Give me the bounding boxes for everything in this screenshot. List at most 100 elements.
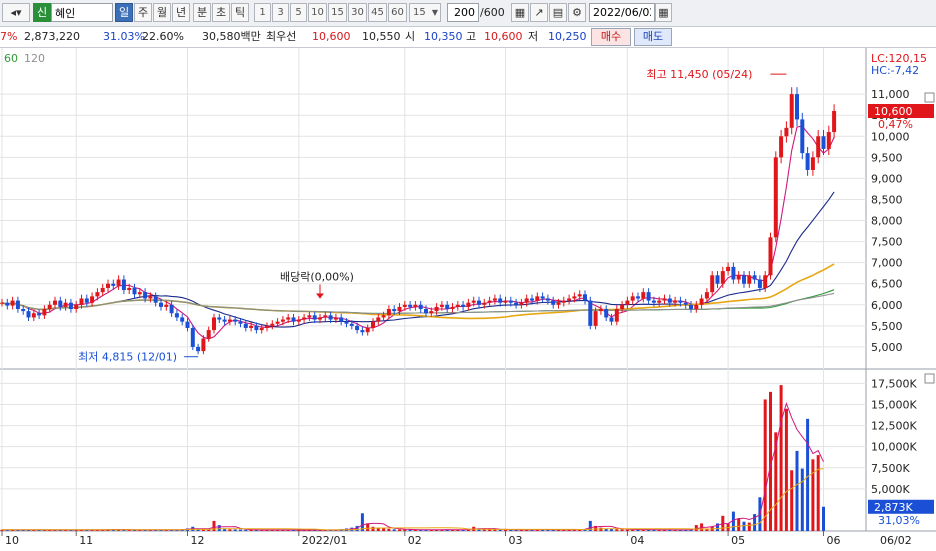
save-icon[interactable]: ▤ [549,3,567,22]
candle-body [445,304,450,310]
crosshair-icon[interactable]: ▦ [511,3,529,22]
period-year-tab[interactable]: 년 [172,3,190,22]
minute-10-button[interactable]: 10 [308,3,327,22]
volume-bar [244,529,248,531]
candle-body [15,300,20,310]
candle-body [63,302,68,307]
legend-ma120-label: 120 [24,52,45,65]
price-tick-label: 7,000 [871,257,903,270]
candle-body [79,298,84,305]
candle-body [371,321,375,328]
time-tick-label: 03 [509,534,523,547]
count-input[interactable] [447,3,479,22]
buy-button[interactable]: 매수 [591,28,631,46]
candle-body [68,302,73,310]
high-label: 고 [466,30,477,43]
candle-body [291,317,296,322]
candle-body [339,317,344,322]
candle-body [286,317,291,320]
candle-body [392,309,397,312]
volume-bar [398,529,401,531]
candle-body [31,313,36,318]
trend-line-icon[interactable]: ↗ [530,3,548,22]
candle-body [26,311,31,318]
minute-45-button[interactable]: 45 [368,3,387,22]
volume-tick-label: 7,500K [871,462,910,475]
period-month-tab[interactable]: 월 [153,3,171,22]
info-bar: 7% 2,873,220 31.03% 22.60% 30,580백만 최우선 … [0,27,936,48]
candle-body [657,300,662,303]
candle-body [646,292,651,301]
toolbar: ◂▾ 신 일 주 월 년 분 초 틱 1 3 5 10 15 30 45 60 … [0,0,936,27]
candle-body [280,319,285,322]
legend-ma60-label: 60 [4,52,18,65]
volume-bar [795,450,799,531]
stock-name-input[interactable] [51,3,113,22]
candle-body [196,346,201,352]
dividend-annotation: 배당락(0,00%) [280,270,354,283]
candle-body [572,296,577,299]
volume-bar [366,523,370,531]
candle-body [768,237,773,276]
candle-body [779,136,784,158]
minute-1-button[interactable]: 1 [254,3,271,22]
candle-body [106,283,110,288]
time-tick-label: 06 [827,534,841,547]
period-minute-tab[interactable]: 분 [193,3,211,22]
volume-bar [747,522,751,531]
candle-body [429,311,434,314]
candle-body [795,94,799,120]
date-input[interactable] [589,3,655,22]
current-date-label: 06/02 [880,534,912,547]
volume-bar [403,529,407,531]
volume-bar [217,525,221,531]
minute-30-button[interactable]: 30 [348,3,367,22]
candle-body [530,298,534,301]
candle-body [169,304,174,314]
minute-3-button[interactable]: 3 [272,3,289,22]
volume-tick-label: 5,000K [871,483,910,496]
period-week-tab[interactable]: 주 [134,3,152,22]
candle-body [514,302,519,305]
sell-button[interactable]: 매도 [634,28,672,46]
candle-body [95,292,100,297]
minute-select[interactable]: 15 ▼ [409,3,441,22]
candle-body [148,296,153,299]
candle-body [58,300,63,307]
candle-body [477,300,481,305]
chart-settings-icon[interactable]: ◂▾ [2,3,30,22]
minute-5-button[interactable]: 5 [290,3,307,22]
settings-icon[interactable]: ⚙ [568,3,586,22]
stock-chart[interactable]: 11,00010,50010,0009,5009,0008,5008,0007,… [0,48,936,551]
candle-body [752,275,757,280]
candle-body [254,325,259,331]
candle-body [598,309,603,312]
open-label: 시 [405,30,416,43]
candle-body [689,304,693,310]
candle-body [386,309,391,316]
price-tick-label: 10,000 [871,130,910,143]
volume-bar [233,529,237,531]
time-tick-label: 04 [630,534,644,547]
minute-15-button[interactable]: 15 [328,3,347,22]
candle-body [556,302,561,305]
candle-body [307,315,312,318]
candle-body [667,298,672,303]
price-tick-label: 6,500 [871,278,903,291]
candle-body [302,317,307,320]
current-change-label: 0,47% [878,118,913,131]
candle-body [461,304,466,307]
period-day-tab[interactable]: 일 [115,3,133,22]
period-second-tab[interactable]: 초 [212,3,230,22]
candle-body [312,315,317,320]
calendar-icon[interactable]: ▦ [655,3,672,22]
candle-body [747,275,752,284]
period-tick-tab[interactable]: 틱 [231,3,249,22]
volume-bar [392,529,396,531]
minute-60-button[interactable]: 60 [388,3,407,22]
candle-body [450,306,455,310]
candle-body [74,304,79,310]
candle-body [826,132,831,149]
current-volume-label: 2,873K [874,501,913,514]
high-annotation: 최고 11,450 (05/24) [646,68,752,81]
